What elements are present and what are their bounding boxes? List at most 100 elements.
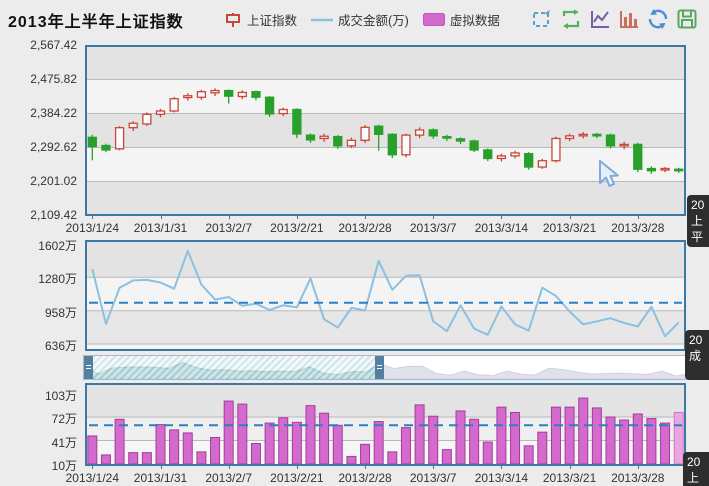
bar[interactable]	[305, 405, 316, 465]
bar[interactable]	[387, 451, 398, 465]
bar[interactable]	[591, 407, 602, 465]
bar[interactable]	[482, 441, 493, 465]
bar[interactable]	[428, 415, 439, 465]
candle[interactable]	[278, 108, 288, 115]
candle[interactable]	[237, 91, 247, 98]
save-image-button[interactable]	[675, 7, 699, 31]
candle[interactable]	[537, 160, 547, 168]
legend-item-kline[interactable]: 上证指数	[224, 10, 297, 29]
candle[interactable]	[155, 110, 166, 115]
restore-button[interactable]	[646, 7, 670, 31]
candle[interactable]	[660, 167, 670, 171]
bar[interactable]	[319, 412, 330, 465]
bar[interactable]	[523, 445, 534, 465]
bar[interactable]	[578, 397, 589, 465]
bar[interactable]	[346, 455, 357, 465]
bar[interactable]	[673, 411, 684, 465]
area-zoom-button[interactable]	[530, 7, 554, 31]
virtual-data-bar-chart[interactable]	[85, 383, 686, 466]
candle[interactable]	[264, 96, 275, 115]
bar[interactable]	[237, 403, 248, 465]
candle[interactable]	[469, 140, 479, 151]
candle[interactable]	[374, 125, 384, 136]
bar[interactable]	[332, 424, 343, 465]
bar[interactable]	[210, 436, 221, 465]
bar[interactable]	[564, 406, 575, 465]
candle[interactable]	[224, 89, 234, 97]
candle[interactable]	[578, 133, 588, 137]
candle[interactable]	[619, 143, 629, 147]
bar[interactable]	[414, 404, 425, 465]
candle[interactable]	[196, 91, 207, 98]
candle[interactable]	[360, 126, 370, 141]
candle[interactable]	[510, 152, 520, 157]
candle[interactable]	[251, 91, 261, 98]
candle[interactable]	[414, 129, 425, 136]
candle[interactable]	[114, 127, 125, 150]
candle[interactable]	[646, 167, 657, 172]
bar[interactable]	[196, 451, 207, 465]
bar[interactable]	[632, 413, 643, 465]
bar[interactable]	[182, 432, 193, 465]
candle[interactable]	[442, 135, 452, 139]
candle[interactable]	[455, 138, 466, 142]
bar[interactable]	[100, 454, 111, 465]
candle[interactable]	[524, 153, 534, 168]
datazoom-unselected-region[interactable]	[384, 356, 690, 379]
candle[interactable]	[87, 136, 97, 148]
bar-chart-button[interactable]	[617, 7, 641, 31]
datazoom-left-handle[interactable]	[84, 356, 93, 379]
candle[interactable]	[401, 134, 411, 156]
bar[interactable]	[141, 452, 152, 465]
candle[interactable]	[101, 144, 111, 151]
candle[interactable]	[319, 135, 329, 140]
candle[interactable]	[128, 122, 138, 129]
bar[interactable]	[223, 400, 234, 465]
bar[interactable]	[496, 406, 507, 465]
bar[interactable]	[128, 452, 139, 465]
bar[interactable]	[373, 421, 384, 465]
legend-item-virtual[interactable]: 虚拟数据	[422, 10, 500, 29]
candle[interactable]	[292, 108, 302, 135]
candle[interactable]	[333, 135, 343, 147]
bar[interactable]	[550, 406, 561, 465]
candle[interactable]	[305, 134, 316, 141]
candle[interactable]	[483, 149, 493, 160]
bar[interactable]	[87, 435, 98, 465]
bar[interactable]	[441, 449, 452, 465]
candle[interactable]	[346, 139, 357, 147]
datazoom-slider[interactable]	[83, 355, 691, 380]
bar[interactable]	[400, 427, 411, 465]
line-chart-button[interactable]	[588, 7, 612, 31]
kline-chart[interactable]	[85, 45, 686, 216]
bar[interactable]	[291, 421, 302, 465]
candle[interactable]	[183, 95, 193, 99]
candle[interactable]	[142, 113, 152, 125]
bar[interactable]	[264, 422, 275, 465]
candle[interactable]	[633, 143, 643, 170]
candle[interactable]	[496, 155, 507, 160]
datazoom-selected-region[interactable]	[93, 356, 375, 379]
candle[interactable]	[387, 133, 397, 156]
bar[interactable]	[360, 443, 371, 465]
candle[interactable]	[210, 89, 220, 94]
bar[interactable]	[537, 431, 548, 465]
bar[interactable]	[155, 424, 166, 465]
candle[interactable]	[674, 168, 684, 172]
bar[interactable]	[660, 422, 671, 465]
candle[interactable]	[428, 129, 438, 137]
bar[interactable]	[455, 410, 466, 465]
candle[interactable]	[605, 134, 616, 147]
datazoom-right-handle[interactable]	[375, 356, 384, 379]
legend-item-volume[interactable]: 成交金额(万)	[311, 10, 409, 29]
candle[interactable]	[592, 133, 602, 137]
candle[interactable]	[169, 98, 179, 112]
candle[interactable]	[551, 137, 561, 162]
bar[interactable]	[510, 411, 521, 465]
volume-line-chart[interactable]	[85, 240, 686, 351]
bar[interactable]	[250, 443, 261, 465]
bar[interactable]	[169, 429, 180, 465]
zoom-reset-button[interactable]	[559, 7, 583, 31]
bar[interactable]	[605, 416, 616, 465]
candle[interactable]	[564, 135, 575, 140]
